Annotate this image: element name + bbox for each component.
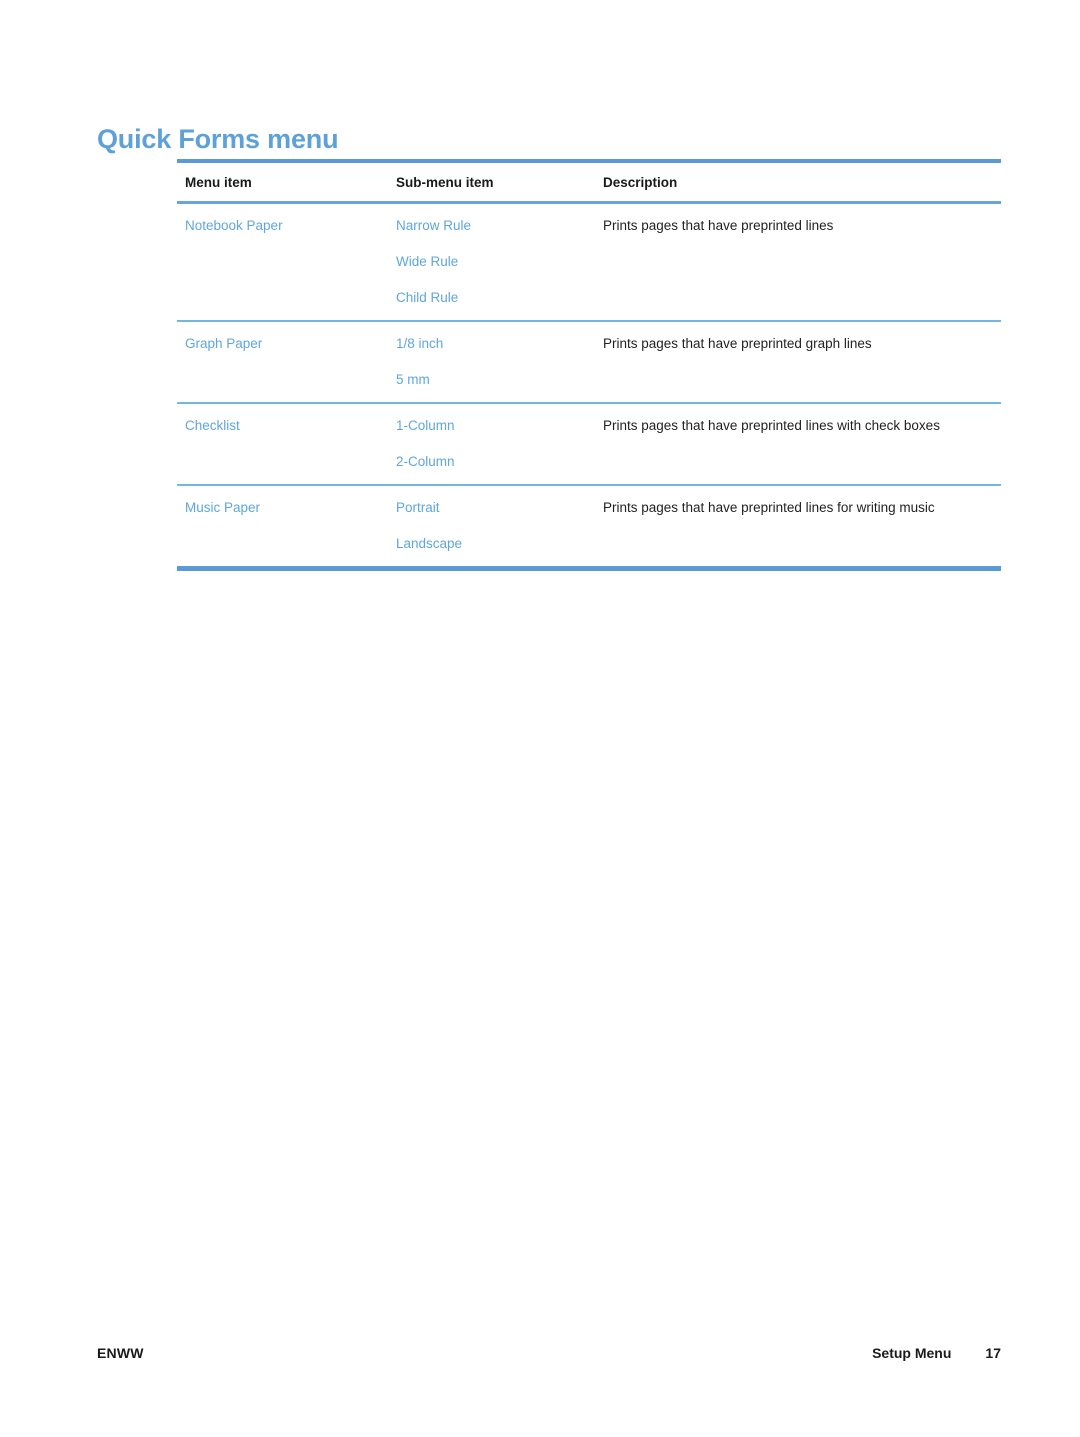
document-page: Quick Forms menu Menu item Sub-menu item… [0, 0, 1080, 1437]
menu-item-label: Checklist [185, 418, 240, 433]
description-text: Prints pages that have preprinted graph … [603, 336, 872, 351]
column-header-menu-item: Menu item [185, 175, 252, 190]
description-text: Prints pages that have preprinted lines … [603, 500, 935, 515]
table-row: Graph Paper 1/8 inch 5 mm Prints pages t… [177, 322, 1001, 402]
page-footer: ENWW Setup Menu 17 [97, 1345, 1001, 1361]
table-bottom-rule [177, 566, 1001, 571]
column-header-sub-menu-item: Sub-menu item [396, 175, 494, 190]
description-text: Prints pages that have preprinted lines … [603, 418, 940, 433]
sub-menu-item-label: Child Rule [396, 290, 459, 305]
sub-menu-item-label: 1-Column [396, 418, 455, 433]
table-header-row: Menu item Sub-menu item Description [177, 163, 1001, 201]
table-row: Music Paper Portrait Landscape Prints pa… [177, 486, 1001, 566]
sub-menu-item-list: Portrait Landscape [396, 499, 597, 552]
footer-right-group: Setup Menu 17 [872, 1345, 1001, 1361]
footer-language-code: ENWW [97, 1345, 144, 1361]
sub-menu-item-label: Narrow Rule [396, 218, 472, 233]
footer-section-title: Setup Menu [872, 1345, 952, 1361]
table-row: Notebook Paper Narrow Rule Wide Rule Chi… [177, 204, 1001, 320]
quick-forms-menu-table: Menu item Sub-menu item Description Note… [177, 159, 1001, 571]
sub-menu-item-label: 2-Column [396, 454, 455, 469]
menu-item-label: Notebook Paper [185, 218, 283, 233]
table-row: Checklist 1-Column 2-Column Prints pages… [177, 404, 1001, 484]
sub-menu-item-list: 1/8 inch 5 mm [396, 335, 597, 388]
sub-menu-item-list: Narrow Rule Wide Rule Child Rule [396, 217, 597, 306]
sub-menu-item-list: 1-Column 2-Column [396, 417, 597, 470]
sub-menu-item-label: 5 mm [396, 372, 430, 387]
sub-menu-item-label: Wide Rule [396, 254, 459, 269]
page-title: Quick Forms menu [97, 124, 339, 155]
column-header-description: Description [603, 175, 678, 190]
menu-item-label: Graph Paper [185, 336, 263, 351]
description-text: Prints pages that have preprinted lines [603, 218, 834, 233]
menu-item-label: Music Paper [185, 500, 261, 515]
footer-page-number: 17 [985, 1345, 1001, 1361]
sub-menu-item-label: 1/8 inch [396, 336, 444, 351]
sub-menu-item-label: Landscape [396, 536, 463, 551]
sub-menu-item-label: Portrait [396, 500, 440, 515]
